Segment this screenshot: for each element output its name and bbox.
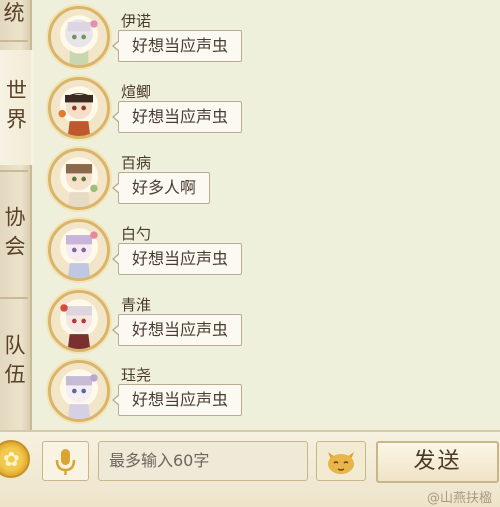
chat-message: 青淮 好想当应声虫: [48, 290, 348, 360]
send-button[interactable]: 发送: [376, 441, 499, 483]
message-bubble: 好想当应声虫: [111, 30, 243, 62]
message-bubble: 好想当应声虫: [111, 243, 243, 275]
sender-name: 煊鲫: [121, 83, 152, 101]
message-bubble: 好想当应声虫: [111, 314, 243, 346]
tab-system-label: 统: [3, 1, 25, 25]
sender-name: 白勺: [121, 225, 152, 243]
channel-tab-strip: 统 世界 协会 队伍: [0, 0, 34, 430]
message-bubble: 好想当应声虫: [111, 101, 243, 133]
sender-name: 伊诺: [121, 12, 152, 30]
tab-team[interactable]: 队伍: [0, 305, 28, 420]
message-bubble: 好多人啊: [111, 172, 211, 204]
tab-association-label: 协会: [2, 206, 26, 264]
cat-face-icon: [328, 452, 354, 474]
sender-name: 百病: [121, 154, 152, 172]
gear-icon: ✿: [3, 447, 20, 471]
watermark: @山燕扶楹: [426, 491, 492, 506]
chat-message: 百病 好多人啊: [48, 148, 348, 218]
avatar[interactable]: [48, 77, 110, 139]
avatar[interactable]: [48, 219, 110, 281]
chat-message: 伊诺 好想当应声虫: [48, 6, 348, 76]
chat-message-list[interactable]: 伊诺 好想当应声虫 煊鲫 好想当应声虫 百病 好多人啊 白勺 好想当应声虫 青淮…: [30, 0, 500, 430]
tab-world[interactable]: 世界: [0, 50, 34, 165]
chat-input-bar: ✿ 最多输入60字 发送 @山燕扶楹: [0, 430, 500, 507]
chat-message: 白勺 好想当应声虫: [48, 219, 348, 289]
avatar[interactable]: [48, 6, 110, 68]
tab-world-label: 世界: [3, 78, 28, 137]
sender-name: 青淮: [121, 296, 152, 314]
chat-message: 煊鲫 好想当应声虫: [48, 77, 348, 147]
avatar[interactable]: [48, 290, 110, 352]
tab-team-label: 队伍: [2, 333, 26, 392]
tab-association[interactable]: 协会: [0, 180, 28, 290]
microphone-icon: [55, 449, 76, 475]
sender-name: 珏尧: [121, 366, 152, 384]
voice-button[interactable]: [42, 441, 89, 481]
message-input[interactable]: 最多输入60字: [98, 441, 308, 481]
settings-button[interactable]: ✿: [0, 440, 30, 478]
message-bubble: 好想当应声虫: [111, 384, 243, 416]
avatar[interactable]: [48, 360, 110, 422]
avatar[interactable]: [48, 148, 110, 210]
emoji-button[interactable]: [316, 441, 366, 481]
tab-system[interactable]: 统: [0, 0, 28, 38]
message-input-placeholder: 最多输入60字: [109, 451, 210, 470]
chat-message: 珏尧 好想当应声虫: [48, 360, 348, 430]
